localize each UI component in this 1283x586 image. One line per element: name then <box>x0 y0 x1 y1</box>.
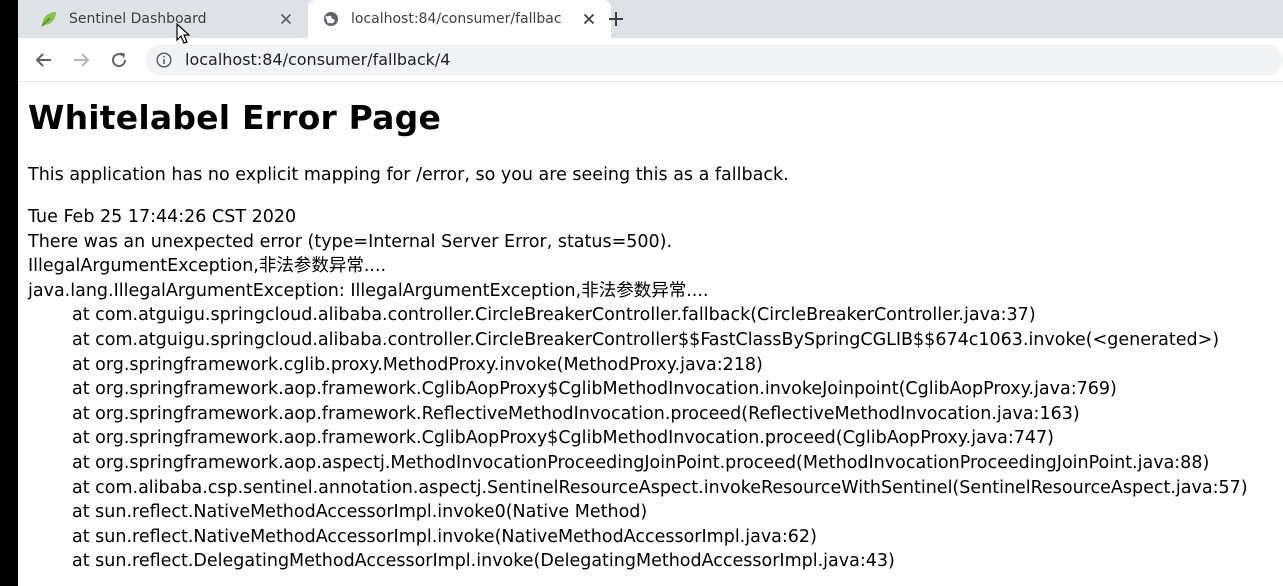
globe-icon <box>322 10 340 28</box>
browser-toolbar: localhost:84/consumer/fallback/4 <box>18 38 1283 82</box>
arrow-left-icon <box>35 53 51 67</box>
url-text[interactable]: localhost:84/consumer/fallback/4 <box>185 50 450 69</box>
close-icon[interactable] <box>581 11 597 27</box>
close-icon[interactable] <box>278 11 294 27</box>
stack-trace-line: at sun.reflect.NativeMethodAccessorImpl.… <box>72 526 817 547</box>
intro-text: This application has no explicit mapping… <box>28 165 789 185</box>
stack-trace-line: at com.atguigu.springcloud.alibaba.contr… <box>72 329 1220 350</box>
mouse-pointer-icon <box>176 23 190 44</box>
stack-trace-line: at org.springframework.cglib.proxy.Metho… <box>72 354 763 375</box>
stack-trace-line: at com.atguigu.springcloud.alibaba.contr… <box>72 305 1036 326</box>
reload-icon <box>112 52 127 68</box>
stack-trace-line: at org.springframework.aop.framework.Cgl… <box>72 428 1055 449</box>
forward-button[interactable] <box>69 48 93 72</box>
stack-trace-line: at org.springframework.aop.aspectj.Metho… <box>72 452 1210 473</box>
stack-trace-line: at sun.reflect.NativeMethodAccessorImpl.… <box>72 502 648 523</box>
timestamp: Tue Feb 25 17:44:26 CST 2020 <box>28 207 297 227</box>
back-button[interactable] <box>32 48 56 72</box>
reload-button[interactable] <box>107 48 131 72</box>
stack-trace-line: at org.springframework.aop.framework.Cgl… <box>72 379 1117 400</box>
left-edge-strip <box>0 0 18 586</box>
info-icon[interactable] <box>156 52 172 68</box>
tab-title: localhost:84/consumer/fallback/4 <box>351 11 561 27</box>
tab-bar: Sentinel Dashboard localhost:84/consumer… <box>18 0 1283 38</box>
stack-trace-line: at sun.reflect.DelegatingMethodAccessorI… <box>72 551 895 572</box>
error-details: Tue Feb 25 17:44:26 CST 2020 There was a… <box>28 205 1278 574</box>
address-bar[interactable]: localhost:84/consumer/fallback/4 <box>146 44 1283 76</box>
tab-localhost-fallback[interactable]: localhost:84/consumer/fallback/4 <box>308 0 611 38</box>
arrow-right-icon <box>74 53 90 67</box>
stack-trace-line: at com.alibaba.csp.sentinel.annotation.a… <box>72 477 1248 498</box>
new-tab-button[interactable] <box>605 8 627 30</box>
exception-line: java.lang.IllegalArgumentException: Ille… <box>28 280 709 301</box>
error-page-content: Whitelabel Error Page This application h… <box>28 95 1278 574</box>
error-message: IllegalArgumentException,非法参数异常.... <box>28 256 387 277</box>
plus-icon <box>609 12 623 26</box>
error-summary: There was an unexpected error (type=Inte… <box>28 231 673 252</box>
page-title: Whitelabel Error Page <box>28 98 442 137</box>
stack-trace-line: at org.springframework.aop.framework.Ref… <box>72 403 1080 424</box>
tab-sentinel-dashboard[interactable]: Sentinel Dashboard <box>18 0 308 38</box>
leaf-icon <box>40 10 58 28</box>
